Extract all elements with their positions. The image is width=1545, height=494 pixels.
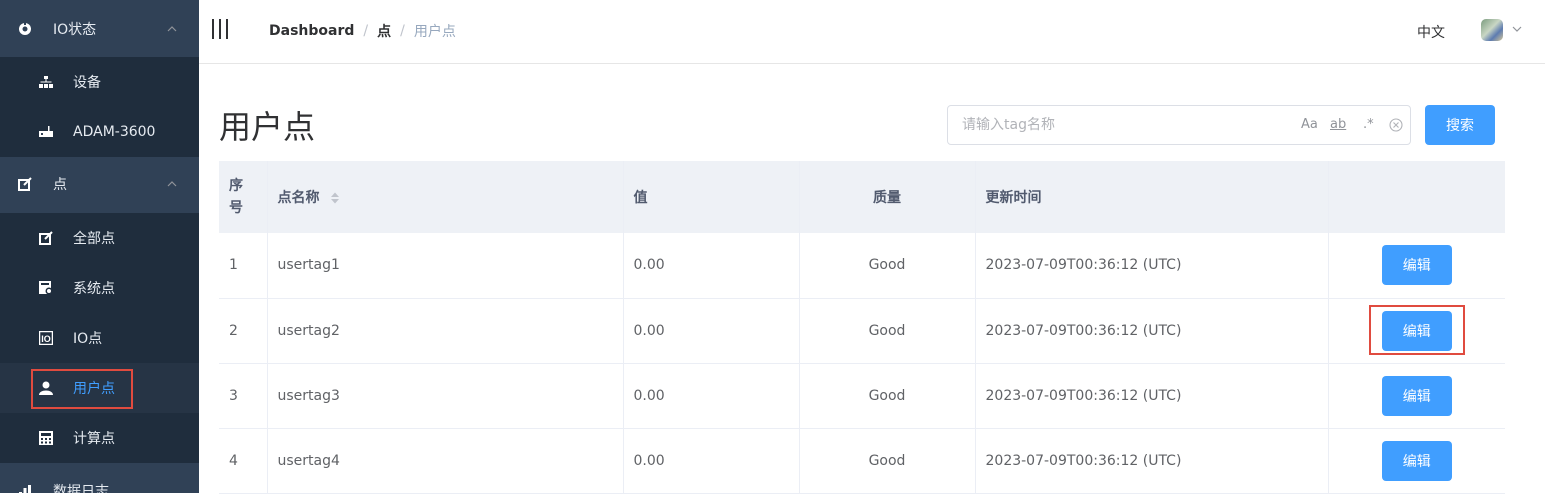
clear-icon[interactable] [1389,118,1403,132]
hamburger-icon[interactable] [211,19,229,39]
sidebar-item-calc-points[interactable]: 计算点 [0,413,199,463]
edit-button[interactable]: 编辑 [1381,440,1452,481]
cell-index: 4 [219,428,268,494]
cell-value: 0.00 [623,428,800,494]
cell-action: 编辑 [1328,428,1505,494]
edit-button[interactable]: 编辑 [1381,310,1452,351]
cell-index: 2 [219,298,268,364]
sidebar-item-all-points-label: 全部点 [73,231,115,247]
breadcrumb-separator: / [400,23,405,39]
col-index-header: 序号 [219,161,268,233]
menu-points[interactable]: 点 [0,163,199,205]
cell-time: 2023-07-09T00:36:12 (UTC) [975,363,1329,429]
chevron-down-icon[interactable] [1512,25,1522,33]
cell-name: usertag2 [267,298,624,364]
sidebar-item-user-points[interactable]: 用户点 [0,363,199,413]
match-word-icon[interactable]: ab [1330,117,1346,132]
col-time-header: 更新时间 [975,161,1329,233]
table-row: 2 usertag2 0.00 Good 2023-07-09T00:36:12… [219,298,1505,364]
sidebar-item-user-points-label: 用户点 [73,381,115,397]
menu-io-status-label: IO状态 [53,22,97,38]
sort-icon[interactable] [330,191,340,205]
search-box: Aa ab .* [947,105,1411,145]
sidebar: IO状态 设备 ADAM-3600 点 全部点 系统点 IO IO点 用户点 计… [0,0,199,493]
col-name-header[interactable]: 点名称 [267,161,624,233]
cell-index: 1 [219,233,268,299]
edit-square-icon [38,230,54,246]
cell-quality: Good [799,428,976,494]
edit-button[interactable]: 编辑 [1381,245,1452,286]
user-icon [38,380,54,396]
breadcrumb-dashboard[interactable]: Dashboard [269,23,354,39]
chevron-up-icon [167,26,177,32]
sidebar-item-io-points-label: IO点 [73,331,103,347]
sidebar-item-system-points[interactable]: 系统点 [0,263,199,313]
cell-time: 2023-07-09T00:36:12 (UTC) [975,428,1329,494]
cell-action: 编辑 [1328,298,1505,364]
col-quality-header: 质量 [799,161,976,233]
table-row: 3 usertag3 0.00 Good 2023-07-09T00:36:12… [219,363,1505,429]
user-points-table: 序号 点名称 值 质量 更新时间 1 usertag1 0.00 Good 20… [219,161,1505,494]
search-input[interactable] [962,106,1292,144]
top-header: Dashboard / 点 / 用户点 中文 [199,0,1545,64]
regex-icon[interactable]: .* [1363,117,1374,132]
table-header-row: 序号 点名称 值 质量 更新时间 [219,161,1505,233]
cell-name: usertag4 [267,428,624,494]
menu-points-label: 点 [53,177,67,193]
match-case-icon[interactable]: Aa [1301,117,1318,132]
io-icon: IO [38,330,54,346]
cell-quality: Good [799,298,976,364]
col-time-label: 更新时间 [985,190,1042,206]
cell-value: 0.00 [623,298,800,364]
col-name-label: 点名称 [277,190,320,206]
sidebar-item-io-points[interactable]: IO IO点 [0,313,199,363]
system-settings-icon [38,280,54,296]
col-index-label: 序号 [229,178,243,216]
cell-name: usertag3 [267,363,624,429]
avatar[interactable] [1481,19,1503,41]
sidebar-item-system-points-label: 系统点 [73,281,115,297]
page-title: 用户点 [219,108,316,146]
sidebar-item-all-points[interactable]: 全部点 [0,213,199,263]
cell-time: 2023-07-09T00:36:12 (UTC) [975,298,1329,364]
edit-button[interactable]: 编辑 [1381,375,1452,416]
sidebar-item-adam[interactable]: ADAM-3600 [0,107,199,157]
col-action-header [1328,161,1505,233]
sidebar-item-adam-label: ADAM-3600 [73,124,156,140]
col-quality-label: 质量 [873,190,901,206]
sidebar-item-devices-label: 设备 [73,75,101,91]
chevron-up-icon [167,181,177,187]
table-row: 1 usertag1 0.00 Good 2023-07-09T00:36:12… [219,233,1505,299]
table-row: 4 usertag4 0.00 Good 2023-07-09T00:36:12… [219,428,1505,494]
search-button[interactable]: 搜索 [1425,105,1495,145]
cell-quality: Good [799,233,976,299]
cell-quality: Good [799,363,976,429]
sitemap-icon [38,74,54,90]
language-switch[interactable]: 中文 [1417,22,1445,42]
menu-data-log-label: 数据日志 [53,484,109,493]
cell-action: 编辑 [1328,233,1505,299]
cell-name: usertag1 [267,233,624,299]
sidebar-item-calc-points-label: 计算点 [73,431,115,447]
breadcrumb-separator: / [363,23,369,39]
col-value-label: 值 [633,190,648,206]
breadcrumb-user-points: 用户点 [413,24,456,40]
cell-value: 0.00 [623,363,800,429]
calculator-icon [38,430,54,446]
sidebar-item-devices[interactable]: 设备 [0,57,199,107]
io-status-icon [18,22,32,36]
svg-text:IO: IO [41,334,51,344]
breadcrumb-points[interactable]: 点 [377,21,391,41]
router-icon [38,124,54,140]
breadcrumb: Dashboard / 点 / 用户点 [269,21,456,41]
chart-icon [18,484,32,493]
cell-action: 编辑 [1328,363,1505,429]
cell-value: 0.00 [623,233,800,299]
menu-io-status[interactable]: IO状态 [0,8,199,50]
menu-data-log[interactable]: 数据日志 [0,470,199,493]
edit-square-icon [18,177,32,191]
cell-time: 2023-07-09T00:36:12 (UTC) [975,233,1329,299]
cell-index: 3 [219,363,268,429]
col-value-header: 值 [623,161,800,233]
